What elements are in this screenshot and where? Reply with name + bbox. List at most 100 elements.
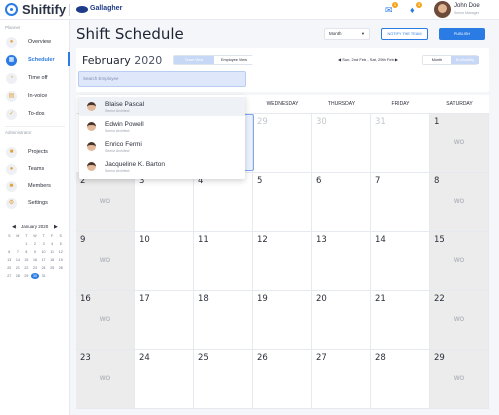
calendar-day-cell[interactable]: 22 WO [430, 291, 489, 350]
calendar-day-cell[interactable]: 14 [371, 232, 430, 291]
mini-day[interactable]: 27 [5, 273, 14, 279]
weekly-off-label: WO [453, 258, 465, 264]
calendar-day-cell[interactable]: 17 [135, 291, 194, 350]
employee-option[interactable]: Blaise Pascal Senior Architect [79, 97, 245, 116]
user-avatar[interactable] [434, 1, 451, 18]
mini-day[interactable]: 9 [31, 249, 40, 255]
month-mode-tab[interactable]: Month [423, 56, 451, 64]
calendar-day-cell[interactable]: 30 [312, 114, 371, 173]
team-view-tab[interactable]: Team View [174, 56, 214, 64]
sidebar-item-scheduler[interactable]: ▦ Scheduler [6, 54, 66, 68]
mini-day[interactable]: 28 [14, 273, 23, 279]
calendar-day-cell[interactable]: 2 WO [76, 173, 135, 232]
sidebar-item-members[interactable]: ☻ Members [6, 180, 66, 194]
sidebar-item-settings[interactable]: ⚙ Settings [6, 197, 66, 211]
mini-day[interactable]: 23 [31, 265, 40, 271]
mini-day[interactable]: 5 [56, 241, 65, 247]
calendar-day-cell[interactable]: 23 WO [76, 350, 135, 409]
day-number: 14 [375, 235, 386, 245]
chevron-left-icon[interactable]: ◀ [12, 224, 16, 230]
mini-day[interactable]: 31 [39, 273, 48, 279]
sidebar-item-overview[interactable]: ● Overview [6, 36, 66, 50]
mini-day[interactable]: 11 [48, 249, 57, 255]
calendar-day-cell[interactable]: 21 [371, 291, 430, 350]
next-range-icon[interactable]: ▶ [395, 57, 398, 62]
mini-day[interactable]: 6 [5, 249, 14, 255]
user-name[interactable]: John Doe [454, 3, 480, 9]
bi-monthly-mode-tab[interactable]: Bi-Monthly [451, 56, 479, 64]
calendar-day-cell[interactable]: 31 [371, 114, 430, 173]
calendar-day-cell[interactable]: 12 [253, 232, 312, 291]
calendar-day-cell[interactable]: 5 [253, 173, 312, 232]
employee-role: Senior Architect [105, 129, 130, 133]
calendar-day-cell[interactable]: 19 [253, 291, 312, 350]
calendar-day-cell[interactable]: 20 [312, 291, 371, 350]
mini-day[interactable]: 1 [22, 241, 31, 247]
sidebar-item-projects[interactable]: ■ Projects [6, 146, 66, 160]
mini-day[interactable]: 26 [56, 265, 65, 271]
mini-calendar-grid: S M T W T F S 1 2 3 4 5 6 7 8 9 10 11 12 13 14 15 16 17 18 19 20 21… [5, 233, 65, 279]
mini-day[interactable]: 29 [22, 273, 31, 279]
sidebar-item-todos[interactable]: ✓ To-dos [6, 108, 66, 122]
mini-day[interactable]: 13 [5, 257, 14, 263]
employee-option[interactable]: Jacqueline K. Barton Senior Architect [79, 157, 245, 176]
mini-day[interactable]: 25 [48, 265, 57, 271]
month-year: 2020 [134, 54, 163, 67]
calendar-day-cell[interactable]: 25 [194, 350, 253, 409]
mini-day[interactable]: 20 [5, 265, 14, 271]
notify-team-button[interactable]: NOTIFY THE TEAM [381, 28, 428, 40]
calendar-day-cell[interactable]: 28 [371, 350, 430, 409]
search-employee-input[interactable]: Search Employee [78, 71, 246, 87]
calendar-day-cell[interactable]: 8 WO [430, 173, 489, 232]
calendar-day-cell[interactable]: 16 WO [76, 291, 135, 350]
calendar-day-cell[interactable]: 26 [253, 350, 312, 409]
calendar-day-cell[interactable]: 10 [135, 232, 194, 291]
mini-day[interactable]: 8 [22, 249, 31, 255]
mini-day[interactable]: 19 [56, 257, 65, 263]
mini-day[interactable]: 21 [14, 265, 23, 271]
chevron-right-icon[interactable]: ▶ [54, 224, 58, 230]
calendar-day-cell[interactable]: 1 WO [430, 114, 489, 173]
calendar-day-cell[interactable]: 29 WO [430, 350, 489, 409]
employee-option[interactable]: Edwin Powell Senior Architect [79, 117, 245, 136]
mini-day[interactable]: 24 [39, 265, 48, 271]
sidebar-item-time-off[interactable]: ◔ Time off [6, 72, 66, 86]
calendar-day-cell[interactable]: 3 [135, 173, 194, 232]
calendar-day-cell[interactable]: 7 [371, 173, 430, 232]
mini-day[interactable]: 3 [39, 241, 48, 247]
sidebar-item-invoice[interactable]: ▤ In-voice [6, 90, 66, 104]
calendar-day-cell[interactable]: 27 [312, 350, 371, 409]
calendar-day-cell[interactable]: 18 [194, 291, 253, 350]
mini-day[interactable]: 30 [30, 273, 40, 279]
prev-range-icon[interactable]: ◀ [338, 57, 341, 62]
mini-day[interactable]: 18 [48, 257, 57, 263]
mini-day[interactable]: 16 [31, 257, 40, 263]
bell-icon[interactable]: ♦ [410, 5, 415, 15]
mini-weekday-label: F [51, 234, 54, 238]
calendar-day-cell[interactable]: 6 [312, 173, 371, 232]
employee-view-tab[interactable]: Employee View [214, 56, 254, 64]
mini-day[interactable]: 10 [39, 249, 48, 255]
mini-day[interactable]: 15 [22, 257, 31, 263]
sidebar-item-teams[interactable]: ● Teams [6, 163, 66, 177]
calendar-day-cell[interactable]: 24 [135, 350, 194, 409]
calendar-day-cell[interactable]: 15 WO [430, 232, 489, 291]
calendar-day-cell[interactable]: 13 [312, 232, 371, 291]
calendar-day-cell[interactable]: 4 [194, 173, 253, 232]
mini-day[interactable]: 22 [22, 265, 31, 271]
mini-day[interactable]: 4 [48, 241, 57, 247]
day-number: 12 [257, 235, 268, 245]
mini-day[interactable]: 17 [39, 257, 48, 263]
mini-weekday-label: W [33, 234, 37, 238]
mini-day[interactable]: 2 [31, 241, 40, 247]
calendar-day-cell[interactable]: 11 [194, 232, 253, 291]
calendar-day-cell[interactable]: 9 WO [76, 232, 135, 291]
period-select[interactable]: Month ▼ [324, 28, 370, 40]
mini-day[interactable]: 7 [14, 249, 23, 255]
mini-day[interactable]: 12 [56, 249, 65, 255]
publish-button[interactable]: PUBLISH [439, 28, 485, 40]
employee-name: Enrico Fermi [105, 141, 142, 148]
employee-option[interactable]: Enrico Fermi Senior Architect [79, 137, 245, 156]
mini-day[interactable]: 14 [14, 257, 23, 263]
calendar-day-cell[interactable]: 29 [253, 114, 312, 173]
